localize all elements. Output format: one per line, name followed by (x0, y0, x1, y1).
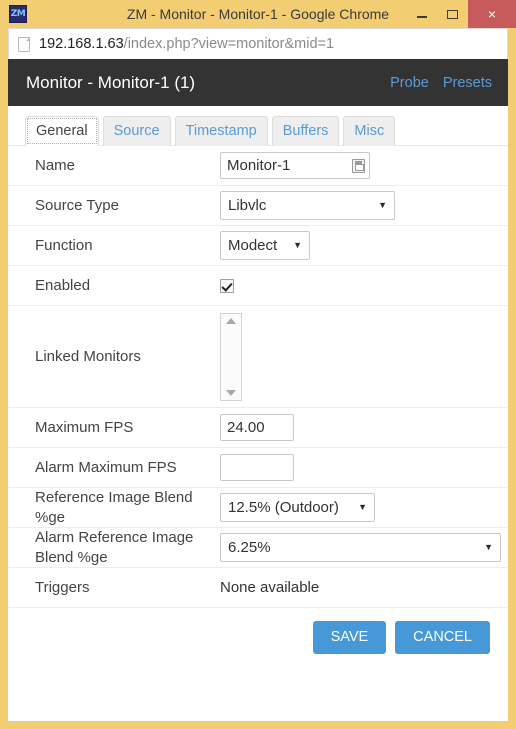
chevron-down-icon: ▼ (293, 240, 302, 250)
url-host: 192.168.1.63 (39, 36, 124, 52)
minimize-icon (416, 16, 427, 18)
linked-monitors-listbox[interactable] (220, 312, 242, 401)
tab-general[interactable]: General (25, 116, 99, 146)
url-text: 192.168.1.63/index.php?view=monitor&mid=… (39, 36, 334, 52)
tab-misc[interactable]: Misc (343, 116, 396, 146)
linked-monitors-label: Linked Monitors (35, 347, 141, 365)
triggers-value: None available (220, 579, 320, 596)
triggers-field-wrap: None available (220, 579, 490, 596)
function-field-wrap: Modect ▼ (220, 231, 490, 260)
name-label: Name (35, 156, 76, 174)
reference-image-blend-value: 12.5% (Outdoor) (228, 499, 339, 516)
row-alarm-maximum-fps: Alarm Maximum FPS (8, 448, 508, 488)
title-bar: ZM ZM - Monitor - Monitor-1 - Google Chr… (0, 0, 516, 28)
alarm-maximum-fps-field-wrap (220, 454, 490, 481)
name-field-wrap (220, 152, 490, 179)
page-filler (8, 653, 508, 721)
source-type-select[interactable]: Libvlc ▼ (220, 191, 395, 220)
scroll-up-icon[interactable] (226, 317, 236, 324)
alarm-maximum-fps-label: Alarm Maximum FPS (35, 458, 177, 476)
linked-monitors-field-wrap (220, 312, 490, 401)
alarm-reference-image-blend-label: Alarm Reference Image Blend %ge (35, 529, 194, 566)
monitor-general-form: Name Source Type Libvlc ▼ (8, 146, 508, 608)
row-triggers: Triggers None available (8, 568, 508, 608)
maximum-fps-field-wrap (220, 414, 490, 441)
row-enabled: Enabled (8, 266, 508, 306)
chevron-down-icon: ▼ (358, 502, 367, 512)
tab-bar: General Source Timestamp Buffers Misc (8, 106, 508, 146)
row-name: Name (8, 146, 508, 186)
tab-source[interactable]: Source (102, 116, 171, 146)
reference-image-blend-label: Reference Image Blend %ge (35, 489, 193, 526)
row-alarm-reference-image-blend: Alarm Reference Image Blend %ge 6.25% ▼ (8, 528, 508, 568)
alarm-maximum-fps-input[interactable] (220, 454, 294, 481)
name-input[interactable] (220, 152, 370, 179)
row-linked-monitors: Linked Monitors (8, 306, 508, 408)
row-maximum-fps: Maximum FPS (8, 408, 508, 448)
source-type-value: Libvlc (228, 197, 267, 214)
enabled-checkbox[interactable] (220, 278, 234, 293)
cancel-button[interactable]: CANCEL (395, 621, 490, 654)
header-links: Probe Presets (390, 75, 492, 91)
name-input-group (220, 152, 370, 179)
presets-link[interactable]: Presets (443, 75, 492, 91)
source-type-field-wrap: Libvlc ▼ (220, 191, 490, 220)
row-reference-image-blend: Reference Image Blend %ge 12.5% (Outdoor… (8, 488, 508, 528)
scroll-down-icon[interactable] (226, 389, 236, 396)
app-header: Monitor - Monitor-1 (1) Probe Presets (8, 59, 508, 106)
reference-image-blend-field-wrap: 12.5% (Outdoor) ▼ (220, 493, 490, 522)
save-disk-icon[interactable] (352, 158, 365, 173)
form-actions: SAVE CANCEL (8, 608, 508, 654)
alarm-reference-image-blend-value: 6.25% (228, 539, 271, 556)
close-button[interactable]: × (468, 0, 516, 28)
maximum-fps-input[interactable] (220, 414, 294, 441)
page-viewport: Monitor - Monitor-1 (1) Probe Presets Ge… (8, 59, 508, 721)
maximize-button[interactable] (437, 0, 468, 28)
function-select[interactable]: Modect ▼ (220, 231, 310, 260)
alarm-reference-image-blend-select[interactable]: 6.25% ▼ (220, 533, 501, 562)
function-label: Function (35, 236, 93, 254)
probe-link[interactable]: Probe (390, 75, 429, 91)
row-function: Function Modect ▼ (8, 226, 508, 266)
row-source-type: Source Type Libvlc ▼ (8, 186, 508, 226)
reference-image-blend-select[interactable]: 12.5% (Outdoor) ▼ (220, 493, 375, 522)
browser-window: ZM ZM - Monitor - Monitor-1 - Google Chr… (0, 0, 516, 729)
tab-buffers[interactable]: Buffers (271, 116, 340, 146)
favicon-label: ZM (10, 8, 26, 19)
maximize-icon (447, 9, 458, 19)
minimize-button[interactable] (406, 0, 437, 28)
enabled-label: Enabled (35, 276, 91, 294)
alarm-reference-image-blend-field-wrap: 6.25% ▼ (220, 533, 501, 562)
maximum-fps-label: Maximum FPS (35, 418, 134, 436)
page-title: Monitor - Monitor-1 (1) (26, 72, 196, 92)
page-icon (18, 36, 30, 52)
address-bar[interactable]: 192.168.1.63/index.php?view=monitor&mid=… (8, 28, 508, 59)
enabled-field-wrap (220, 278, 490, 293)
chevron-down-icon: ▼ (484, 542, 493, 552)
url-path: /index.php?view=monitor&mid=1 (123, 36, 335, 52)
close-icon: × (487, 6, 497, 22)
tab-timestamp[interactable]: Timestamp (174, 116, 268, 146)
save-button[interactable]: SAVE (312, 621, 387, 654)
window-controls: × (406, 0, 516, 28)
function-value: Modect (228, 237, 278, 254)
triggers-label: Triggers (35, 578, 90, 596)
zm-favicon-icon: ZM (9, 5, 27, 23)
source-type-label: Source Type (35, 196, 119, 214)
chevron-down-icon: ▼ (378, 200, 387, 210)
